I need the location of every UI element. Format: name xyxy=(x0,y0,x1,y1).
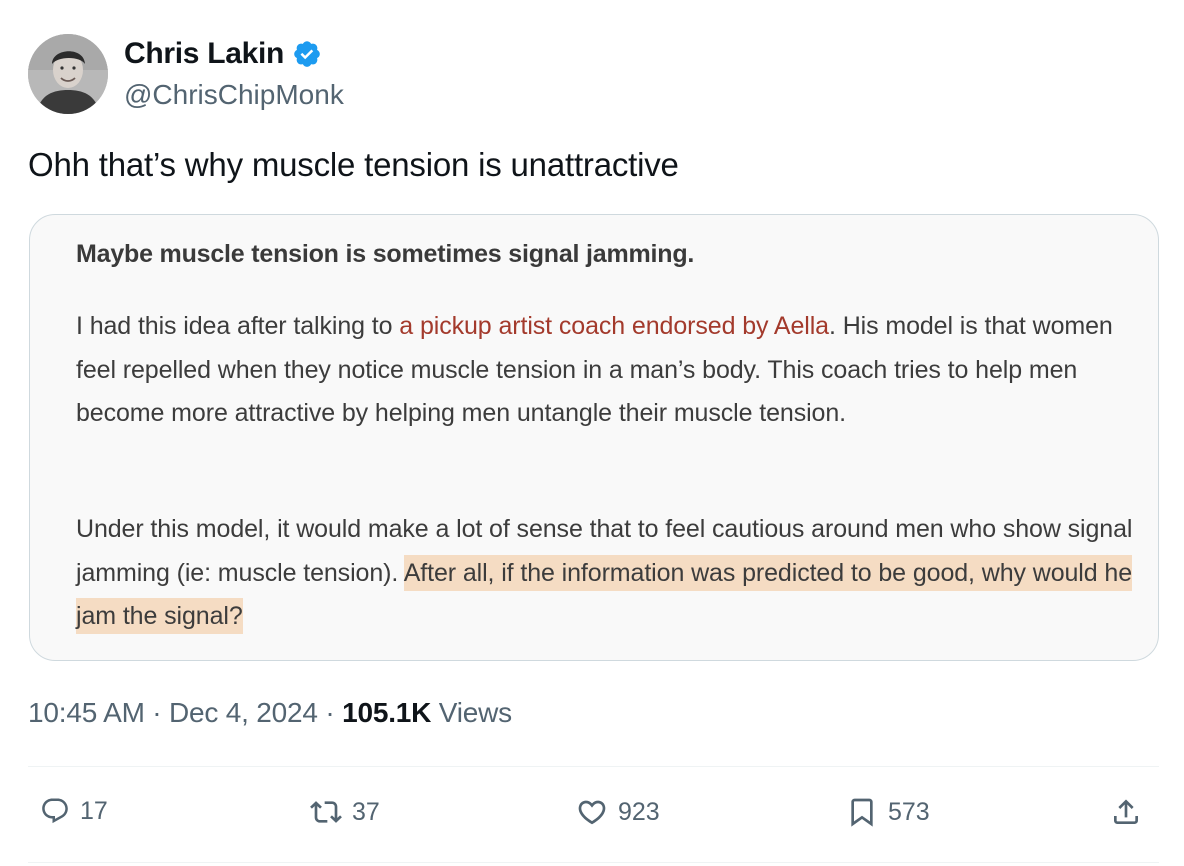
repost-button[interactable]: 37 xyxy=(310,796,380,828)
image-paragraph-1: I had this idea after talking to a picku… xyxy=(76,305,1136,436)
image-heading: Maybe muscle tension is sometimes signal… xyxy=(76,240,695,268)
bookmark-button[interactable]: 573 xyxy=(846,796,930,828)
avatar[interactable] xyxy=(28,34,108,114)
tweet-text: Ohh that’s why muscle tension is unattra… xyxy=(28,146,679,183)
meta-separator-2: · xyxy=(317,697,343,728)
reply-button[interactable]: 17 xyxy=(40,796,108,826)
tweet-date[interactable]: Dec 4, 2024 xyxy=(169,697,318,728)
attached-image-card[interactable]: Maybe muscle tension is sometimes signal… xyxy=(29,214,1159,661)
like-count: 923 xyxy=(618,797,660,826)
share-button[interactable] xyxy=(1110,796,1142,828)
bookmark-count: 573 xyxy=(888,797,930,826)
avatar-image xyxy=(28,34,108,114)
tweet-meta: 10:45 AM · Dec 4, 2024 · 105.1K Views xyxy=(28,697,512,729)
author-display-name[interactable]: Chris Lakin xyxy=(124,37,284,71)
repost-icon xyxy=(310,801,342,823)
verified-badge-icon xyxy=(294,41,320,67)
like-button[interactable]: 923 xyxy=(576,796,660,828)
p1-link: a pickup artist coach endorsed by Aella xyxy=(399,312,829,340)
author-name-row[interactable]: Chris Lakin xyxy=(124,37,322,71)
like-icon xyxy=(578,800,606,825)
tweet-time[interactable]: 10:45 AM xyxy=(28,697,145,728)
divider-bottom xyxy=(28,862,1159,863)
reply-icon xyxy=(42,798,68,824)
bookmark-icon xyxy=(851,798,873,827)
tweet-page: Chris Lakin @ChrisChipMonk Ohh that’s wh… xyxy=(0,0,1184,866)
image-paragraph-2: Under this model, it would make a lot of… xyxy=(76,508,1136,639)
author-handle[interactable]: @ChrisChipMonk xyxy=(124,79,344,111)
repost-count: 37 xyxy=(352,797,380,826)
views-count: 105.1K xyxy=(342,697,432,728)
share-icon xyxy=(1114,799,1138,824)
reply-count: 17 xyxy=(80,796,108,825)
p1-before-link: I had this idea after talking to xyxy=(76,312,400,340)
meta-separator-1: · xyxy=(144,697,169,728)
divider-top xyxy=(28,766,1159,767)
views-label: Views xyxy=(431,697,512,728)
